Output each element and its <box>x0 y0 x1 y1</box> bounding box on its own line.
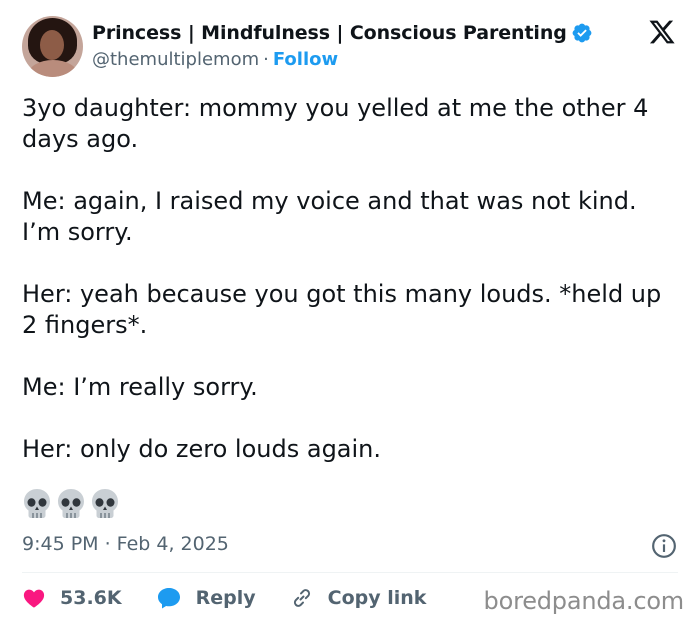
copy-link-button[interactable]: Copy link <box>290 586 427 610</box>
like-count: 53.6K <box>60 587 122 609</box>
skull-icon <box>24 489 50 518</box>
info-icon[interactable] <box>651 533 677 559</box>
actions-divider <box>22 572 678 573</box>
author-name-row: Princess | Mindfulness | Conscious Paren… <box>92 22 593 44</box>
link-icon <box>293 589 310 607</box>
site-watermark: boredpanda.com <box>483 587 685 615</box>
skull-icon <box>58 489 84 518</box>
follow-button[interactable]: Follow <box>273 49 338 70</box>
copy-link-label: Copy link <box>327 587 427 609</box>
author-display-name[interactable]: Princess | Mindfulness | Conscious Paren… <box>92 22 567 44</box>
tweet-header: Princess | Mindfulness | Conscious Paren… <box>22 16 682 78</box>
heart-icon <box>23 589 45 608</box>
tweet-paragraph: Her: only do zero louds again. <box>22 435 382 463</box>
avatar-shoulders <box>28 60 78 77</box>
separator-dot: · <box>263 49 269 70</box>
reply-button[interactable]: Reply <box>156 586 256 610</box>
tweet-paragraph: 3yo daughter: mommy you yelled at me the… <box>22 94 649 153</box>
tweet-text: 3yo daughter: mommy you yelled at me the… <box>22 93 682 496</box>
author-handle[interactable]: @themultiplemom <box>92 49 259 70</box>
tweet-paragraph: Her: yeah because you got this many loud… <box>22 280 662 339</box>
x-logo-icon[interactable] <box>648 18 676 46</box>
tweet-paragraph: Me: again, I raised my voice and that wa… <box>22 187 637 246</box>
verified-badge-icon <box>572 23 592 43</box>
tweet-timestamp[interactable]: 9:45 PM · Feb 4, 2025 <box>22 533 229 555</box>
like-button[interactable]: 53.6K <box>22 586 122 610</box>
reply-label: Reply <box>195 587 256 609</box>
author-handle-row: @themultiplemom · Follow <box>92 49 338 70</box>
reply-bubble-icon <box>157 588 180 609</box>
tweet-actions: 53.6K Reply Copy link <box>22 582 460 614</box>
tweet-paragraph: Me: I’m really sorry. <box>22 373 258 401</box>
skull-icon <box>92 489 118 518</box>
emoji-row <box>22 488 120 520</box>
author-avatar[interactable] <box>22 16 83 77</box>
avatar-face <box>40 30 64 60</box>
